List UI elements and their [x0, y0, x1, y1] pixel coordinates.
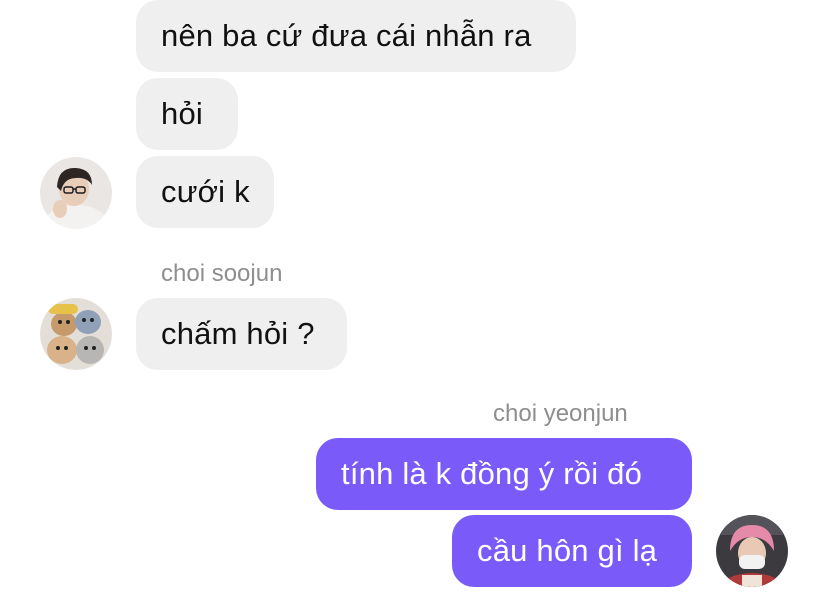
message-bubble-outgoing[interactable]: cầu hôn gì lạ: [452, 515, 692, 587]
avatar-person-glasses-icon[interactable]: [40, 157, 112, 229]
message-text: cầu hôn gì lạ: [477, 533, 658, 568]
chat-thread: nên ba cứ đưa cái nhẫn ra hỏi cưới k cho…: [0, 0, 828, 595]
avatar-plush-toys-icon[interactable]: [40, 298, 112, 370]
message-bubble-incoming[interactable]: chấm hỏi ?: [136, 298, 347, 370]
sender-name: choi soojun: [161, 260, 283, 287]
avatar-masked-person-icon[interactable]: [716, 515, 788, 587]
message-text: cưới k: [161, 174, 250, 209]
message-bubble-incoming[interactable]: hỏi: [136, 78, 238, 150]
message-text: tính là k đồng ý rồi đó: [341, 456, 643, 491]
message-text: chấm hỏi ?: [161, 316, 315, 351]
message-text: nên ba cứ đưa cái nhẫn ra: [161, 18, 532, 53]
sender-name: choi yeonjun: [493, 400, 628, 427]
message-bubble-outgoing[interactable]: tính là k đồng ý rồi đó: [316, 438, 692, 510]
message-bubble-incoming[interactable]: nên ba cứ đưa cái nhẫn ra: [136, 0, 576, 72]
message-text: hỏi: [161, 96, 203, 131]
message-bubble-incoming[interactable]: cưới k: [136, 156, 274, 228]
